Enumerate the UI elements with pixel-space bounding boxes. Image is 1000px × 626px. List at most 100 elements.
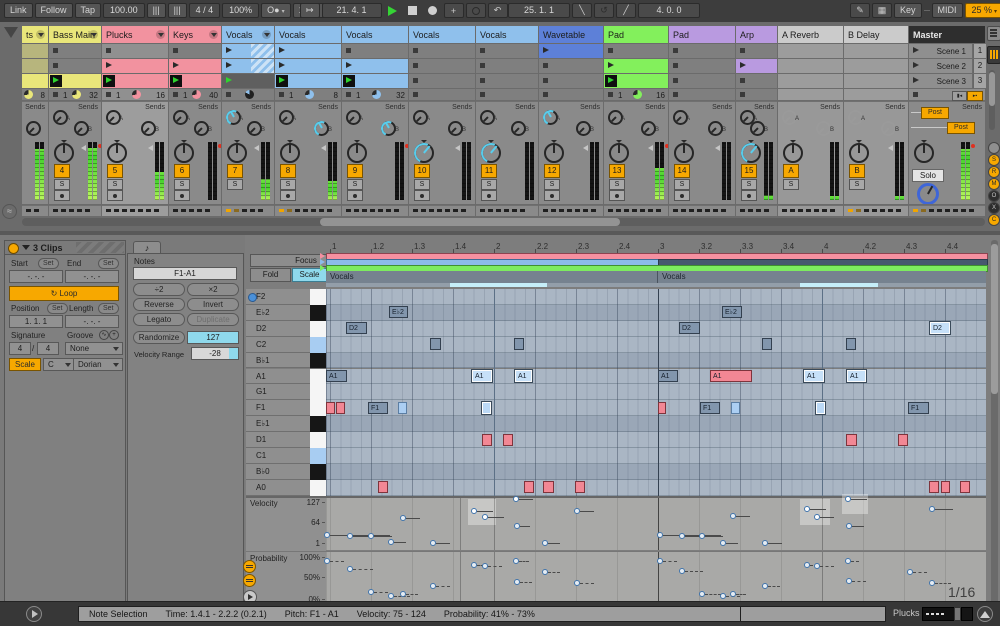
midi-note[interactable] <box>762 338 772 350</box>
loop-length-display[interactable]: 4. 0. 0 <box>638 3 700 18</box>
send-b-knob[interactable] <box>314 121 329 136</box>
tap-tempo-button[interactable]: Tap <box>75 3 102 18</box>
track-header-7[interactable]: Vocals <box>409 26 475 43</box>
piano-key[interactable] <box>310 384 326 401</box>
track-stop-square[interactable] <box>53 92 58 97</box>
lane-toggle-button-1[interactable] <box>243 574 256 587</box>
monitor-button[interactable] <box>741 190 757 201</box>
piano-key[interactable] <box>310 305 326 322</box>
velocity-marker[interactable] <box>720 540 726 546</box>
clip-slot[interactable] <box>275 59 341 73</box>
midi-note[interactable] <box>514 338 524 350</box>
midi-note[interactable] <box>960 481 970 493</box>
velocity-marker[interactable] <box>368 533 374 539</box>
track-stop-square[interactable] <box>673 92 678 97</box>
velocity-marker[interactable] <box>657 532 663 538</box>
piano-key[interactable] <box>310 369 326 386</box>
track-fold-icon[interactable] <box>209 30 218 39</box>
note-range-display[interactable]: F1-A1 <box>133 267 237 280</box>
pan-knob[interactable] <box>174 143 194 163</box>
track-header-3[interactable]: Keys <box>169 26 221 43</box>
preview-volume-knob[interactable] <box>917 183 939 204</box>
nudge-down-button[interactable]: ||| <box>147 3 166 18</box>
session-side-button-C[interactable]: C <box>988 214 1000 226</box>
stop-all-clips-square[interactable] <box>913 92 918 97</box>
monitor-button[interactable] <box>609 190 625 201</box>
velocity-marker[interactable] <box>324 532 330 538</box>
send-b-knob[interactable] <box>141 121 156 136</box>
track-header-6[interactable]: Vocals <box>342 26 408 43</box>
probability-marker[interactable] <box>762 583 768 589</box>
track-header-10[interactable]: Pad <box>604 26 668 43</box>
io-meter-button[interactable] <box>987 46 1000 64</box>
end-value[interactable]: -. -. - <box>65 270 119 283</box>
time-signature-display[interactable]: 4 / 4 <box>189 3 221 18</box>
midi-note[interactable] <box>929 481 939 493</box>
clip-slot[interactable] <box>778 74 843 88</box>
scene-slot-1[interactable]: Scene 1 <box>909 44 972 58</box>
midi-note[interactable] <box>524 481 534 493</box>
clip-slot[interactable] <box>169 44 221 58</box>
midi-note[interactable] <box>336 402 345 414</box>
post-toggle-a[interactable]: Post <box>921 107 949 119</box>
midi-map-button[interactable]: MIDI <box>932 3 963 18</box>
track-header-0[interactable]: ts <box>22 26 48 43</box>
track-header-9[interactable]: Wavetable <box>539 26 603 43</box>
clip-slot[interactable] <box>669 59 735 73</box>
clip-slot[interactable] <box>604 44 668 58</box>
send-b-knob[interactable] <box>641 121 656 136</box>
clip-slot[interactable] <box>22 44 48 58</box>
midi-note[interactable] <box>941 481 950 493</box>
track-crossfade-15[interactable] <box>909 205 985 216</box>
computer-midi-keyboard-button[interactable]: ▦ <box>872 3 892 18</box>
start-value[interactable]: -. -. - <box>9 270 63 283</box>
session-menu-button[interactable] <box>987 26 1000 41</box>
clip-slot[interactable] <box>476 44 538 58</box>
solo-button[interactable]: S <box>414 179 430 190</box>
velocity-marker[interactable] <box>762 540 768 546</box>
loop-button[interactable]: ↺ <box>594 3 614 18</box>
pan-knob[interactable] <box>54 143 74 163</box>
piano-key[interactable] <box>310 480 326 497</box>
track-crossfade-6[interactable] <box>342 205 408 216</box>
clip-slot[interactable] <box>409 74 475 88</box>
pan-knob[interactable] <box>741 143 761 163</box>
crossfader-section-icon[interactable]: ≈ <box>2 204 17 219</box>
send-b-knob[interactable] <box>816 121 831 136</box>
track-crossfade-1[interactable] <box>49 205 101 216</box>
track-activator[interactable]: 6 <box>174 164 190 178</box>
reverse-button[interactable]: Reverse <box>133 298 185 311</box>
track-stop-square[interactable] <box>413 92 418 97</box>
clip-slot[interactable] <box>169 74 221 88</box>
session-v-scrollbar-handle[interactable] <box>989 72 995 106</box>
solo-button[interactable]: S <box>544 179 560 190</box>
sig-denominator[interactable]: 4 <box>37 342 59 355</box>
monitor-button[interactable] <box>280 190 296 201</box>
velocity-marker[interactable] <box>542 540 548 546</box>
velocity-marker[interactable] <box>430 540 436 546</box>
track-crossfade-12[interactable] <box>736 205 777 216</box>
clip-slot[interactable] <box>736 74 777 88</box>
velocity-marker[interactable] <box>574 508 580 514</box>
clip-slot[interactable] <box>22 59 48 73</box>
nudge-up-button[interactable]: ||| <box>168 3 187 18</box>
monitor-button[interactable] <box>414 190 430 201</box>
clip-slot[interactable] <box>778 59 843 73</box>
solo-button[interactable]: S <box>347 179 363 190</box>
pan-knob[interactable] <box>107 143 127 163</box>
follow-arrow-button[interactable]: ↦ <box>300 3 320 18</box>
track-crossfade-13[interactable] <box>778 205 843 216</box>
track-header-2[interactable]: Plucks <box>102 26 168 43</box>
clip-slot[interactable] <box>102 59 168 73</box>
beat-time-ruler[interactable]: 11.21.31.422.22.32.433.23.33.444.24.34.4 <box>326 240 986 253</box>
solo-button[interactable]: S <box>280 179 296 190</box>
midi-note[interactable]: E♭2 <box>722 306 742 318</box>
groove-select[interactable]: None <box>65 342 123 355</box>
double-time-button[interactable]: ×2 <box>187 283 239 296</box>
piano-key[interactable] <box>310 464 326 481</box>
piano-key[interactable] <box>310 432 326 449</box>
arrangement-record-button[interactable]: ▸▪ <box>967 91 983 101</box>
pan-knob[interactable] <box>849 143 869 163</box>
send-b-knob[interactable] <box>74 121 89 136</box>
track-crossfade-4[interactable] <box>222 205 274 216</box>
